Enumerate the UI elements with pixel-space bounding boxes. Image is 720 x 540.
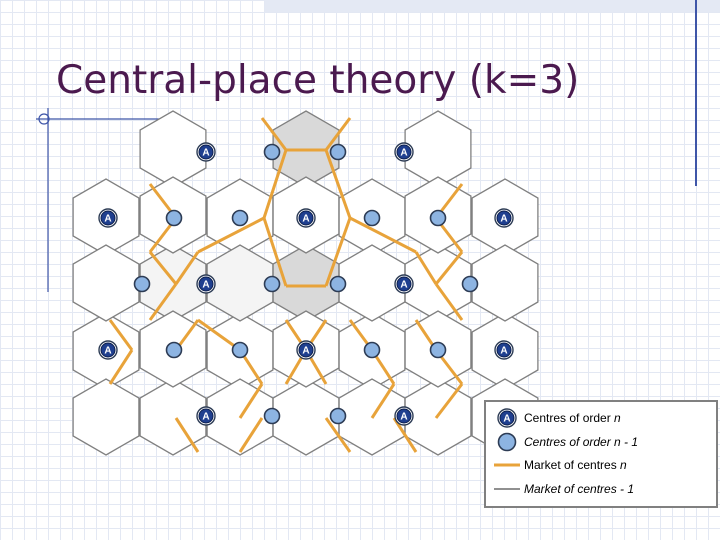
centre-order-n-1 [165,209,183,227]
centre-order-n-label: A [302,214,309,225]
market-area-order-n-1 [471,244,539,322]
market-area-order-n-1 [72,378,140,456]
centre-order-n: A [494,340,514,360]
centre-order-n-label: A [400,148,407,159]
centre-order-n-label: A [202,280,209,291]
legend: A Centres of order n Centres of order n … [484,400,718,508]
legend-item-market-n-1: Market of centres - 1 [486,479,718,499]
centre-order-n: A [196,274,216,294]
market-area-order-n-1 [139,110,207,188]
centre-order-n-1 [231,209,249,227]
market-area-order-n-1 [404,110,472,188]
centre-order-n-1 [329,275,347,293]
market-area-order-n-1 [272,244,340,322]
centre-order-n: A [196,406,216,426]
legend-label-centres-n: Centres of order n [524,411,621,425]
market-area-order-n-1 [272,378,340,456]
centre-order-n-1 [329,407,347,425]
centre-order-n-label: A [400,412,407,423]
legend-symbol-label: A [503,414,510,425]
centre-order-n: A [394,406,414,426]
legend-item-centres-n-1: Centres of order n - 1 [486,432,718,452]
centre-order-n: A [296,340,316,360]
centre-order-n-1 [329,143,347,161]
legend-label-market-n-1: Market of centres - 1 [524,482,635,496]
legend-item-market-n: Market of centres n [486,455,718,475]
market-area-order-n-1 [206,244,274,322]
centre-order-n-icon: A [497,408,517,428]
centre-order-n-label: A [400,280,407,291]
centre-order-n-1 [363,209,381,227]
centre-order-n: A [394,142,414,162]
market-area-order-n-1 [139,378,207,456]
centre-order-n: A [296,208,316,228]
centre-order-n: A [196,142,216,162]
centre-order-n-label: A [104,346,111,357]
centre-order-n-1 [429,209,447,227]
centre-order-n-1 [263,275,281,293]
legend-item-centres-n: A Centres of order n [486,408,718,428]
centre-order-n-1 [133,275,151,293]
centre-order-n-1-icon [497,432,517,452]
centre-order-n-1 [461,275,479,293]
centre-order-n-1 [363,341,381,359]
centre-order-n-label: A [302,346,309,357]
legend-label-centres-n-1: Centres of order n - 1 [524,435,639,449]
centre-order-n: A [98,208,118,228]
centre-order-n-1 [165,341,183,359]
centre-order-n-label: A [202,412,209,423]
centre-order-n-label: A [202,148,209,159]
centre-order-n: A [394,274,414,294]
market-order-n-line-icon [494,463,520,467]
centre-order-n-label: A [500,346,507,357]
market-order-n-1-line-icon [494,488,520,490]
centre-order-n: A [98,340,118,360]
legend-label-market-n: Market of centres n [524,458,627,472]
centre-order-n-1 [263,407,281,425]
centre-order-n-1 [263,143,281,161]
centre-order-n-label: A [104,214,111,225]
centre-order-n: A [494,208,514,228]
centre-order-n-1 [231,341,249,359]
centre-order-n-label: A [500,214,507,225]
market-area-order-n-1 [72,244,140,322]
centre-order-n-1 [429,341,447,359]
